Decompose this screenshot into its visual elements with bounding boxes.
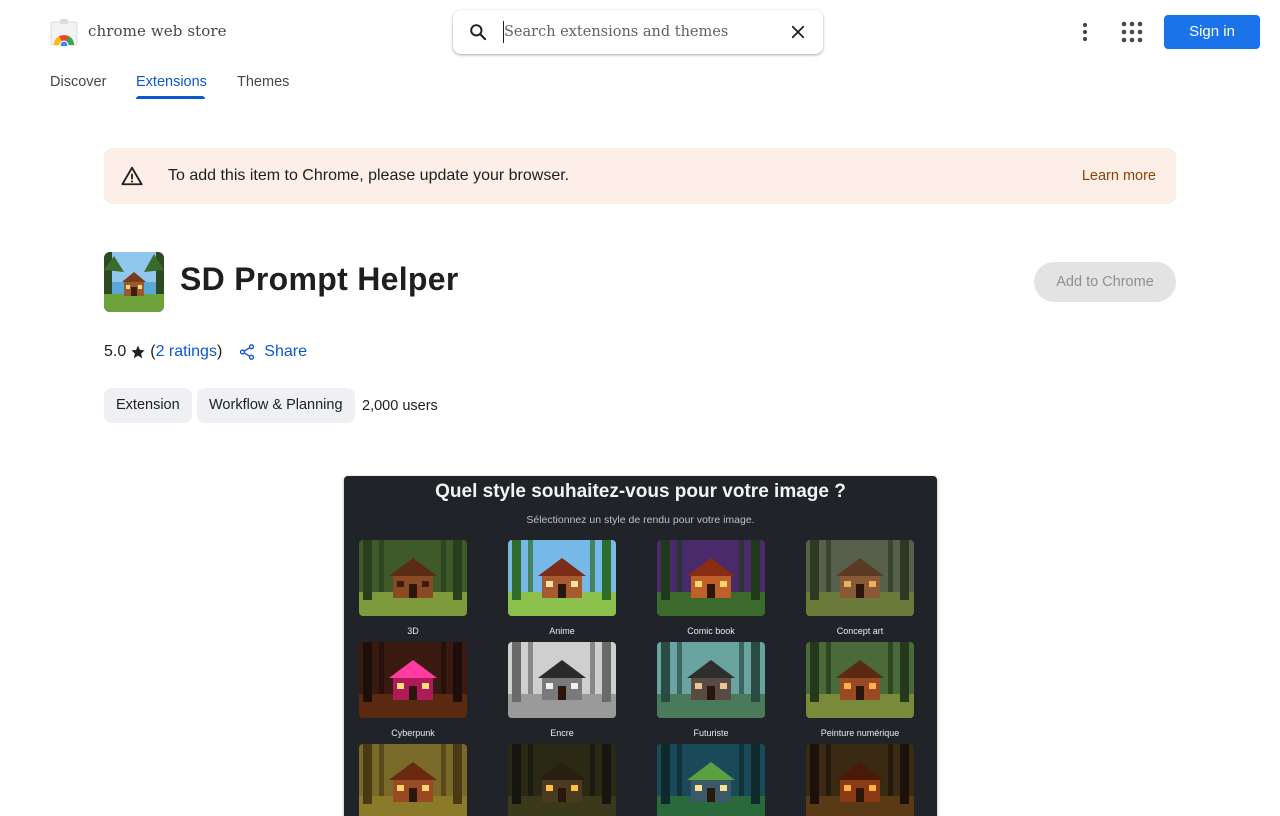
style-thumbnail[interactable]: [359, 744, 467, 816]
close-icon[interactable]: [789, 23, 807, 41]
tab-themes[interactable]: Themes: [237, 74, 289, 90]
star-icon: [131, 345, 145, 359]
chip-category[interactable]: Workflow & Planning: [197, 388, 355, 423]
style-label: 3D: [407, 626, 419, 636]
update-browser-banner: To add this item to Chrome, please updat…: [104, 148, 1176, 204]
style-thumbnail[interactable]: [806, 642, 914, 718]
style-label: Encre: [550, 728, 574, 738]
style-label: Peinture numérique: [820, 728, 900, 738]
more-vert-icon[interactable]: [1073, 20, 1097, 44]
style-thumbnail[interactable]: [508, 744, 616, 816]
brand-name[interactable]: chrome web store: [88, 22, 227, 40]
style-thumbnail[interactable]: [657, 744, 765, 816]
style-label: Cyberpunk: [391, 728, 435, 738]
style-thumbnail[interactable]: [806, 744, 914, 816]
style-label: Comic book: [687, 626, 735, 636]
style-thumbnail[interactable]: [508, 642, 616, 718]
ratings-paren-close: ): [216, 343, 223, 360]
chrome-web-store-logo[interactable]: [50, 18, 78, 50]
search-bar[interactable]: [453, 10, 823, 54]
rating-value: 5.0: [104, 343, 127, 360]
style-thumbnail[interactable]: [359, 642, 467, 718]
extension-icon: [104, 252, 164, 312]
tab-extensions[interactable]: Extensions: [136, 74, 207, 90]
rating-row: 5.0 (2 ratings) Share: [104, 342, 307, 362]
screenshot-subtitle: Sélectionnez un style de rendu pour votr…: [526, 514, 755, 526]
chip-type[interactable]: Extension: [104, 388, 192, 423]
share-button[interactable]: Share: [238, 343, 307, 361]
extension-screenshot[interactable]: Quel style souhaitez-vous pour votre ima…: [344, 476, 937, 816]
user-count: 2,000 users: [362, 398, 438, 414]
active-tab-indicator: [136, 96, 205, 99]
share-label: Share: [264, 343, 307, 360]
banner-message: To add this item to Chrome, please updat…: [168, 167, 570, 184]
learn-more-link[interactable]: Learn more: [1082, 168, 1156, 184]
style-label: Anime: [549, 626, 575, 636]
search-input[interactable]: [503, 21, 774, 43]
style-thumbnail[interactable]: [657, 540, 765, 616]
share-icon: [240, 344, 255, 360]
ratings-link[interactable]: 2 ratings: [156, 343, 217, 361]
style-thumbnail[interactable]: [508, 540, 616, 616]
extension-title: SD Prompt Helper: [180, 261, 459, 297]
style-thumbnail[interactable]: [806, 540, 914, 616]
search-icon[interactable]: [468, 22, 488, 42]
style-label: Futuriste: [693, 728, 729, 738]
warning-icon: [121, 166, 143, 186]
style-thumbnail[interactable]: [359, 540, 467, 616]
tab-discover[interactable]: Discover: [50, 74, 106, 90]
style-thumbnail[interactable]: [657, 642, 765, 718]
apps-grid-icon[interactable]: [1119, 19, 1145, 45]
sign-in-button[interactable]: Sign in: [1164, 15, 1260, 49]
style-label: Concept art: [836, 626, 884, 636]
screenshot-title: Quel style souhaitez-vous pour votre ima…: [435, 481, 846, 502]
add-to-chrome-button[interactable]: Add to Chrome: [1034, 262, 1176, 302]
